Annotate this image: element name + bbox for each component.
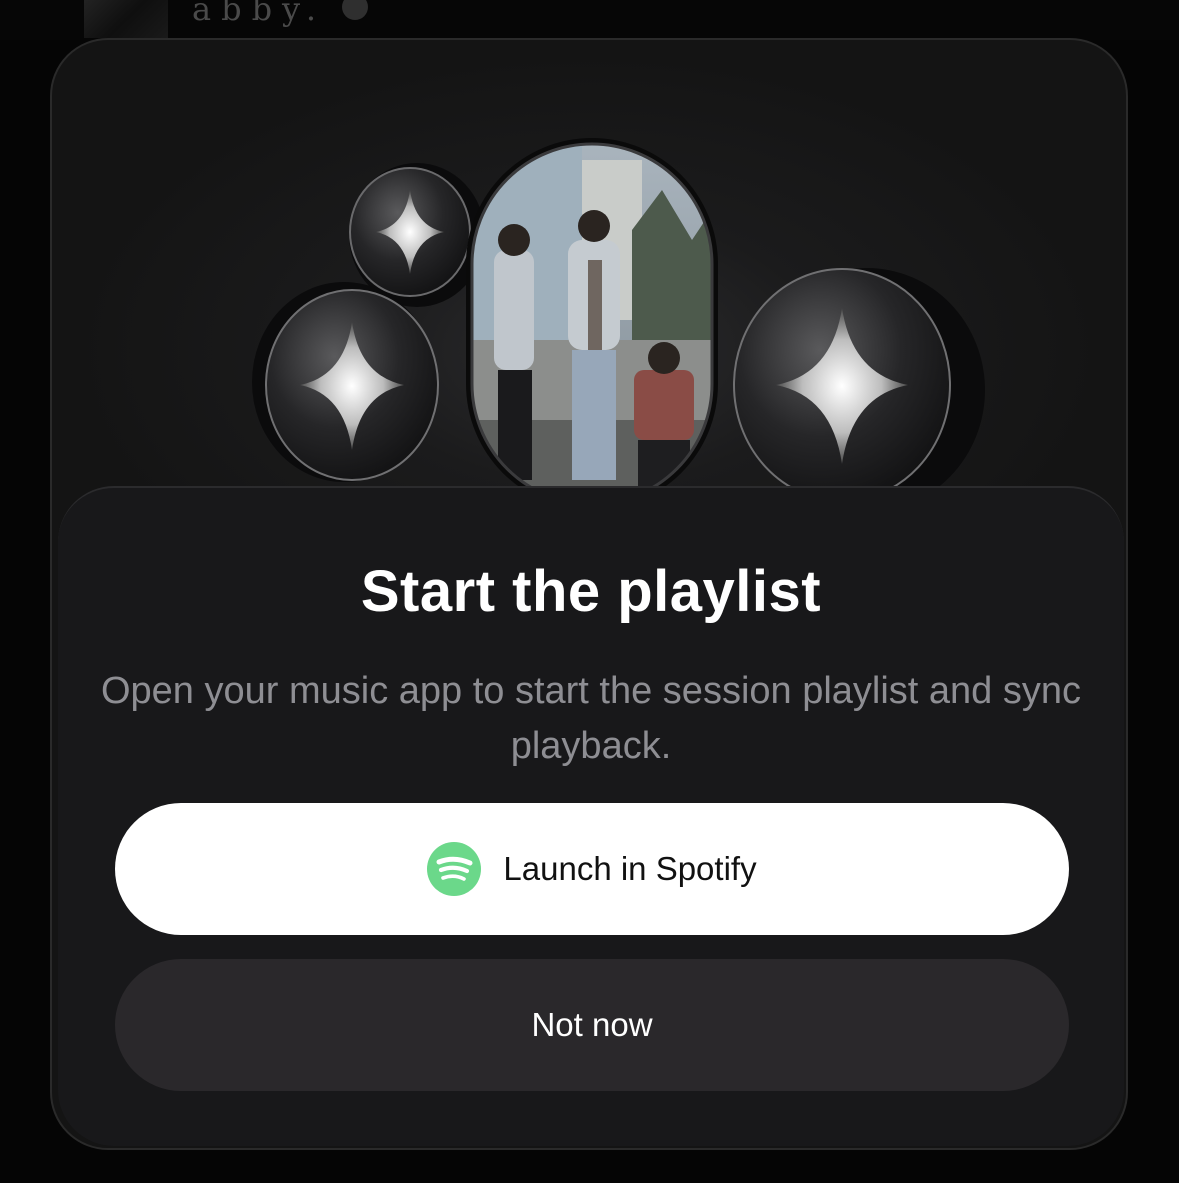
background-thumbnail <box>84 0 168 38</box>
launch-in-spotify-label: Launch in Spotify <box>503 850 757 887</box>
spotify-icon <box>427 842 482 896</box>
dialog-sheet: Start the playlist Open your music app t… <box>58 486 1124 1146</box>
sparkle-coin-right <box>733 268 985 510</box>
sparkle-coin-small <box>349 163 485 307</box>
start-playlist-modal: Start the playlist Open your music app t… <box>50 38 1128 1150</box>
hero-artwork <box>52 40 1126 510</box>
not-now-button[interactable]: Not now <box>115 959 1069 1091</box>
sparkle-coin-left <box>252 282 439 482</box>
background-decoration-icon <box>342 0 368 20</box>
background-page: abby. <box>0 0 1179 40</box>
playlist-cover-photo <box>466 138 718 510</box>
dialog-title: Start the playlist <box>360 559 822 624</box>
background-title: abby. <box>192 0 327 28</box>
not-now-label: Not now <box>531 1006 653 1043</box>
launch-in-spotify-button[interactable]: Launch in Spotify <box>115 803 1069 935</box>
dialog-description: Open your music app to start the session… <box>100 670 1082 767</box>
